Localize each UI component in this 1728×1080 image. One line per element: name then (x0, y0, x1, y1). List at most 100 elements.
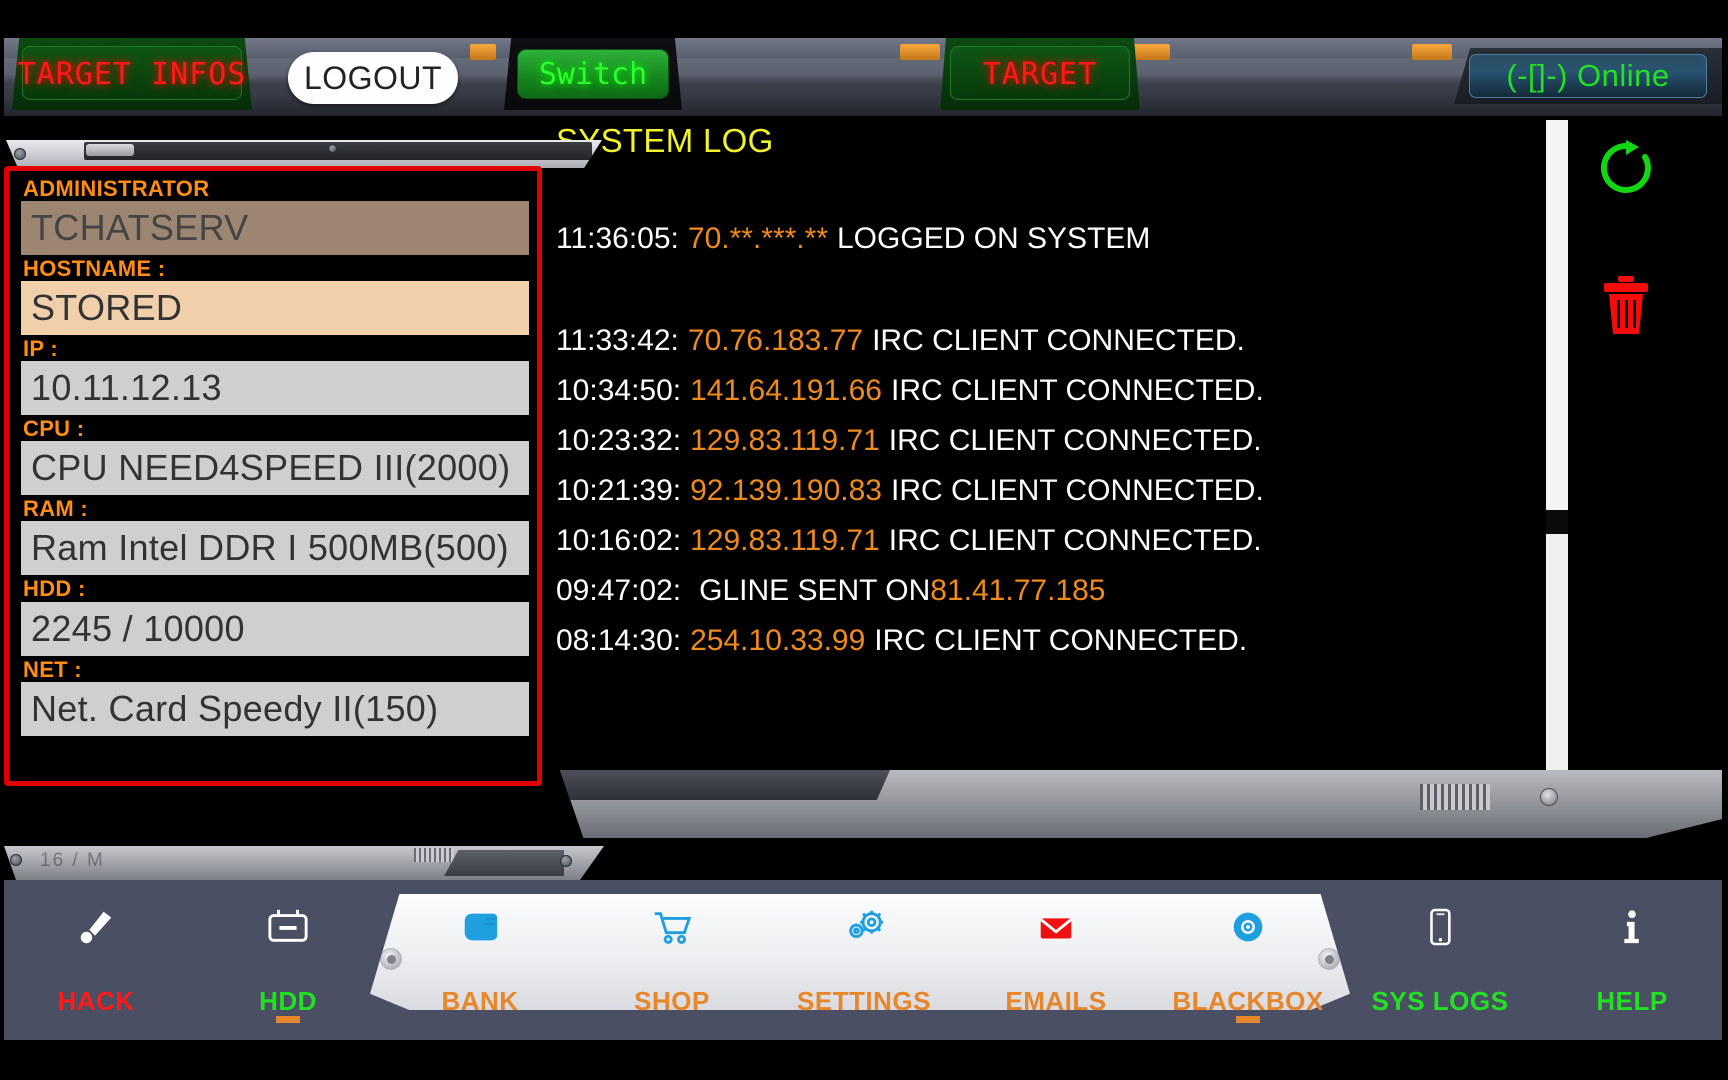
screen-letterbox-bottom (0, 1040, 1728, 1080)
nav-item-label: BLACKBOX (1172, 986, 1324, 1016)
money-icon (457, 898, 503, 956)
log-entry: 10:34:50: 141.64.191.66 IRC CLIENT CONNECT… (556, 366, 1456, 416)
info-label: IP : (23, 336, 59, 362)
chrome-dark-bar (84, 142, 592, 160)
switch-button-holder: Switch (504, 38, 682, 110)
log-ip-address: 129.83.119.71 (690, 524, 880, 557)
target-info-window: ADMINISTRATOR TCHATSERV HOSTNAME : STORED IP… (0, 140, 608, 880)
phone-icon (1423, 898, 1457, 956)
screw-head (328, 144, 337, 153)
top-bar: TARGET INFOS LOGOUT Switch TARGET (-[]-)… (0, 38, 1728, 116)
nav-item-label: SETTINGS (796, 986, 931, 1016)
switch-button-label: Switch (538, 56, 648, 92)
log-entry: 09:47:02: GLINE SENT ON 81.41.77.185 (556, 566, 1456, 616)
log-entry: 08:14:30: 254.10.33.99 IRC CLIENT CONNECTE… (556, 616, 1456, 666)
info-value: 10.11.12.13 (21, 361, 529, 416)
online-status-holder: (-[]-) Online (1454, 48, 1722, 104)
nav-items: HACK HDD BANK SHOP SETTINGS EMAILS BLACKBOX SYS… (0, 880, 1728, 1040)
nav-item-label: HACK (57, 986, 135, 1016)
log-ip-address: 141.64.191.66 (690, 374, 882, 407)
info-label: HOSTNAME : (23, 256, 166, 282)
nav-item-label: BANK (441, 986, 519, 1016)
screw-head (1540, 788, 1558, 806)
nav-item-settings[interactable]: SETTINGS (768, 880, 960, 1040)
switch-button[interactable]: Switch (517, 49, 669, 99)
log-ip-address: 81.41.77.185 (930, 574, 1106, 607)
nav-item-sys-logs[interactable]: SYS LOGS (1344, 880, 1536, 1040)
nav-item-hdd[interactable]: HDD (192, 880, 384, 1040)
log-message: IRC CLIENT CONNECTED. (874, 624, 1248, 657)
info-label: NET : (23, 656, 82, 682)
refresh-icon[interactable] (1596, 138, 1656, 198)
nav-item-label: HELP (1596, 986, 1668, 1016)
log-message: LOGGED ON SYSTEM (837, 222, 1151, 255)
info-value: TCHATSERV (21, 201, 529, 256)
disc-icon (1225, 898, 1271, 956)
log-message: GLINE SENT ON (699, 574, 931, 607)
vent-grille (1420, 784, 1490, 810)
info-value: 2245 / 10000 (21, 601, 529, 656)
logout-button[interactable]: LOGOUT (288, 52, 458, 104)
log-message: IRC CLIENT CONNECTED. (888, 424, 1262, 457)
log-message: IRC CLIENT CONNECTED. (890, 374, 1264, 407)
target-info-fields: ADMINISTRATOR TCHATSERV HOSTNAME : STORED IP… (4, 166, 542, 786)
info-label: HDD : (23, 576, 86, 602)
nav-item-help[interactable]: HELP (1536, 880, 1728, 1040)
window-chrome-top (6, 140, 602, 168)
amber-marker (900, 44, 940, 60)
screw-head (10, 854, 22, 866)
log-ip-address: 92.139.190.83 (690, 474, 882, 507)
nav-item-label: HDD (259, 986, 317, 1016)
nav-item-blackbox[interactable]: BLACKBOX (1152, 880, 1344, 1040)
tab-target-infos[interactable]: TARGET INFOS (12, 38, 252, 110)
nav-item-emails[interactable]: EMAILS (960, 880, 1152, 1040)
screen-edge-left (0, 0, 4, 1080)
info-label: CPU : (23, 416, 85, 442)
log-message: IRC CLIENT CONNECTED. (890, 474, 1264, 507)
cart-icon (649, 898, 695, 956)
nav-item-shop[interactable]: SHOP (576, 880, 768, 1040)
log-message: IRC CLIENT CONNECTED. (888, 524, 1262, 557)
window-chrome-bottom: 16 / M (4, 846, 604, 880)
log-entry: 11:36:05: 70.**.***.** LOGGED ON SYSTEM (556, 214, 1456, 264)
screen-edge-right (1722, 0, 1728, 1080)
nav-item-label: EMAILS (1005, 986, 1107, 1016)
info-value: Ram Intel DDR I 500MB(500) (21, 521, 529, 576)
bottom-nav-bar: HACK HDD BANK SHOP SETTINGS EMAILS BLACKBOX SYS… (0, 880, 1728, 1040)
chrome-shade (444, 850, 564, 876)
chrome-knob (86, 144, 134, 156)
log-entry: 10:16:02: 129.83.119.71 IRC CLIENT CONNECT… (556, 516, 1456, 566)
online-status-badge[interactable]: (-[]-) Online (1469, 54, 1707, 98)
tab-target-infos-label: TARGET INFOS (17, 56, 247, 92)
nav-item-label: SYS LOGS (1371, 986, 1509, 1016)
log-ip-address: 254.10.33.99 (690, 624, 866, 657)
gears-icon (841, 898, 887, 956)
hdd-icon (265, 898, 311, 956)
chrome-ghost-text: 16 / M (40, 850, 105, 871)
vent-grille (414, 848, 454, 862)
log-scrollbar-thumb[interactable] (1546, 120, 1568, 510)
tab-target-label: TARGET (982, 56, 1098, 92)
log-ip-address: 129.83.119.71 (690, 424, 880, 457)
log-ip-address: 70.**.***.** (687, 222, 828, 255)
screwdriver-icon (75, 898, 117, 956)
log-entry: 11:33:42: 70.76.183.77 IRC CLIENT CONNECTE… (556, 316, 1456, 366)
info-value: Net. Card Speedy II(150) (21, 681, 529, 736)
nav-item-bank[interactable]: BANK (384, 880, 576, 1040)
logout-button-label: LOGOUT (303, 59, 443, 96)
screw-head (560, 855, 572, 867)
nav-active-indicator (1236, 1016, 1260, 1023)
tab-target[interactable]: TARGET (940, 38, 1140, 110)
log-ip-address: 70.76.183.77 (687, 324, 864, 357)
info-label: RAM : (23, 496, 89, 522)
game-window: TARGET INFOS LOGOUT Switch TARGET (-[]-)… (0, 0, 1728, 1080)
online-status-label: (-[]-) Online (1506, 58, 1670, 93)
amber-marker (1412, 44, 1452, 60)
log-scrollbar-thumb-lower[interactable] (1546, 534, 1568, 772)
nav-item-label: SHOP (634, 986, 710, 1016)
trash-icon[interactable] (1600, 274, 1652, 336)
screw-head (14, 148, 26, 160)
log-entry: 10:21:39: 92.139.190.83 IRC CLIENT CONNECT… (556, 466, 1456, 516)
nav-item-hack[interactable]: HACK (0, 880, 192, 1040)
info-value: CPU NEED4SPEED III(2000) (21, 441, 529, 496)
